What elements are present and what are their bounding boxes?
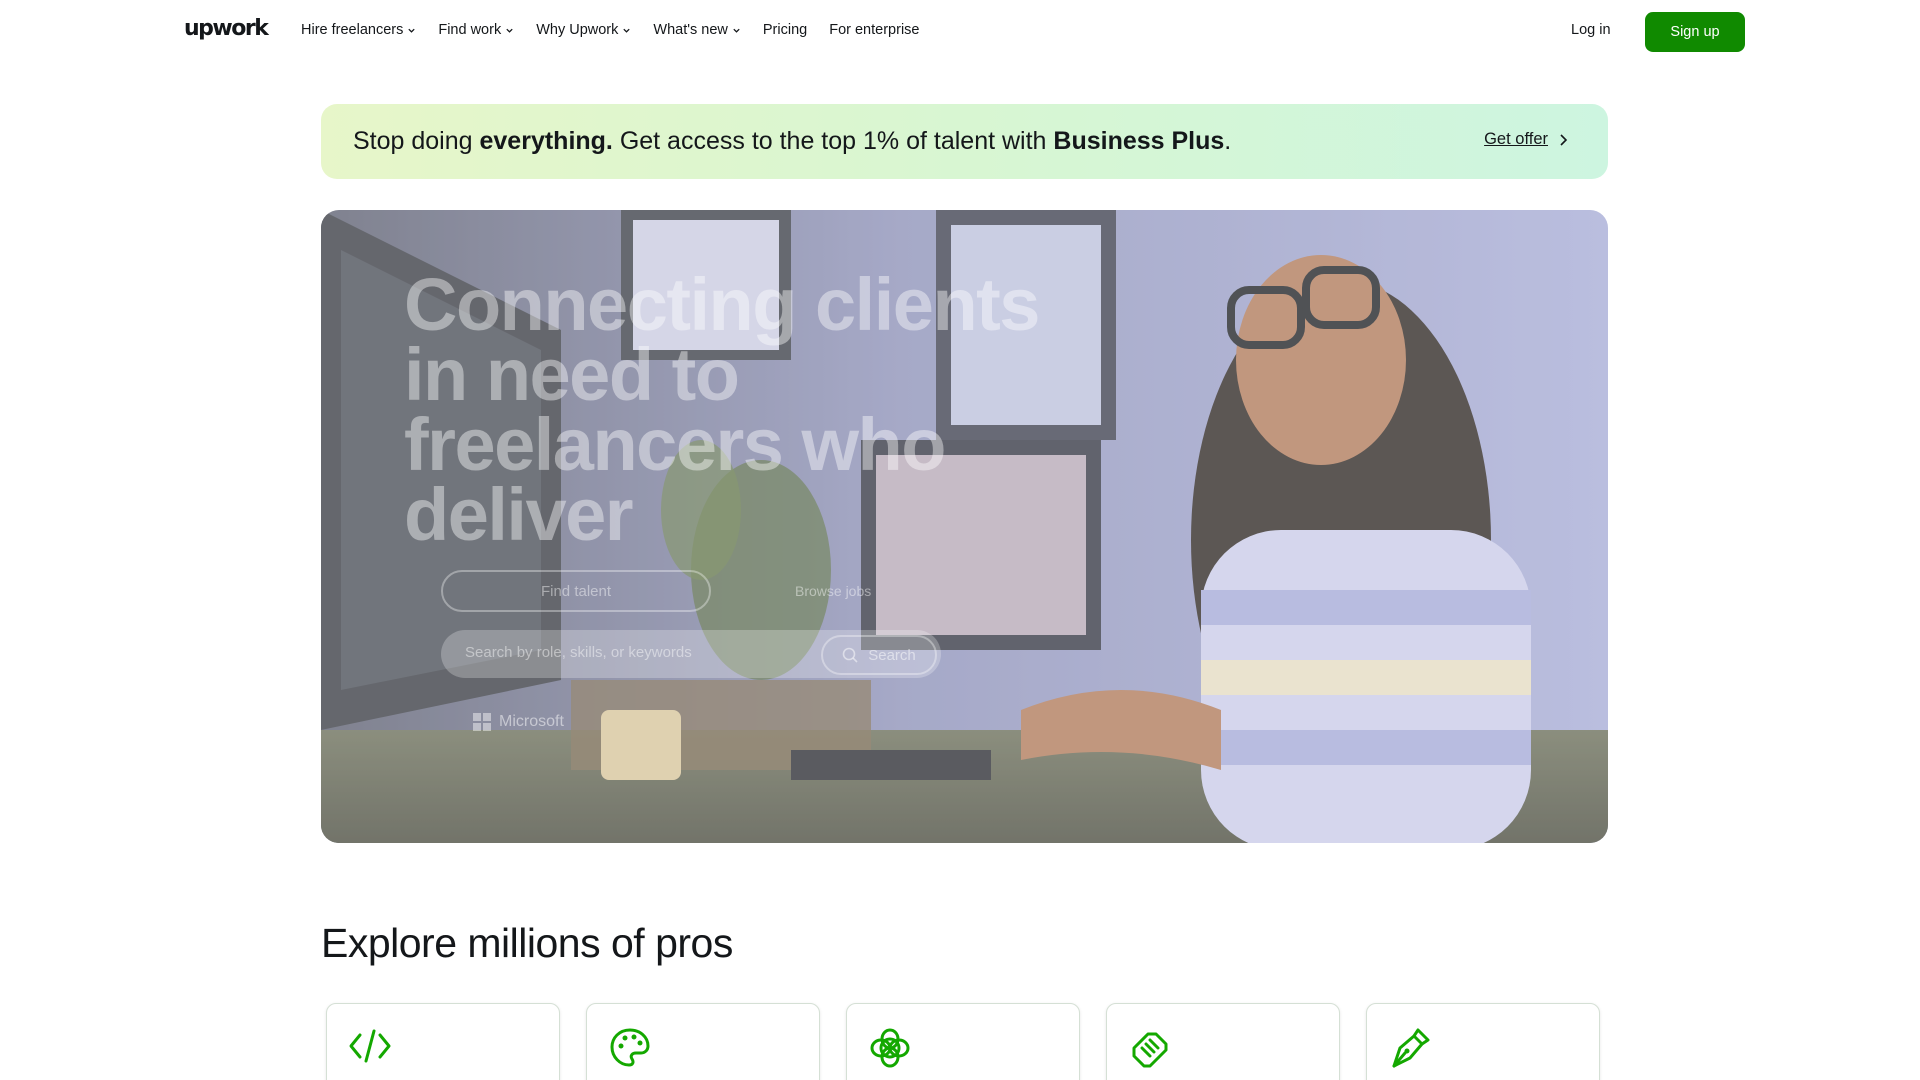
trusted-logo-label: Microsoft <box>499 713 564 730</box>
promo-text-part: . <box>1224 127 1232 155</box>
search-input[interactable] <box>465 644 765 661</box>
promo-text-bold: everything. <box>479 127 613 155</box>
get-offer-label: Get offer <box>1484 130 1548 148</box>
upwork-logo[interactable]: upwork <box>184 16 269 41</box>
search-button[interactable]: Search <box>821 635 937 675</box>
category-card-writing[interactable] <box>1366 1003 1600 1080</box>
trusted-by-logo: Microsoft <box>473 713 564 731</box>
code-icon <box>349 1029 391 1063</box>
hero-title: Connecting clients in need to freelancer… <box>404 263 1040 556</box>
nav-find-work[interactable]: Find work <box>438 22 514 38</box>
get-offer-link[interactable]: Get offer <box>1484 130 1568 149</box>
chevron-right-icon <box>1560 133 1568 146</box>
category-card-design[interactable] <box>586 1003 820 1080</box>
chevron-down-icon <box>506 28 513 33</box>
explore-heading: Explore millions of pros <box>321 920 733 966</box>
nav-label: For enterprise <box>829 22 920 38</box>
chevron-down-icon <box>408 28 415 33</box>
category-card-development[interactable] <box>326 1003 560 1080</box>
category-card-ai[interactable] <box>846 1003 1080 1080</box>
login-link[interactable]: Log in <box>1571 22 1611 38</box>
chevron-down-icon <box>623 28 631 33</box>
chevron-down-icon <box>733 28 740 33</box>
nav-label: Hire freelancers <box>301 22 404 38</box>
handshake-icon <box>1132 1032 1168 1068</box>
nav-label: Pricing <box>762 22 808 38</box>
promo-text: Stop doing everything. Get access to the… <box>353 127 1231 156</box>
nav-for-enterprise[interactable]: For enterprise <box>829 22 919 38</box>
promo-banner: Stop doing everything. Get access to the… <box>321 104 1608 179</box>
main-nav: Hire freelancers Find work Why Upwork Wh… <box>301 22 919 38</box>
top-navigation: upwork Hire freelancers Find work Why Up… <box>0 0 1920 64</box>
nav-label: What's new <box>653 22 728 38</box>
category-cards <box>326 1003 1600 1080</box>
hero-section: Connecting clients in need to freelancer… <box>321 210 1608 843</box>
nav-hire-freelancers[interactable]: Hire freelancers <box>301 22 416 38</box>
search-icon <box>842 647 858 663</box>
promo-text-part: Get access to the top 1% of talent with <box>612 127 1054 155</box>
nav-whats-new[interactable]: What's new <box>653 22 741 38</box>
pen-nib-icon <box>1392 1028 1430 1068</box>
nav-pricing[interactable]: Pricing <box>763 22 807 38</box>
promo-text-part: Stop doing <box>353 127 480 155</box>
nav-label: Why Upwork <box>536 22 619 38</box>
tab-browse-jobs[interactable]: Browse jobs <box>795 583 871 599</box>
tab-find-talent[interactable]: Find talent <box>441 570 711 612</box>
palette-icon <box>610 1028 650 1067</box>
signup-button[interactable]: Sign up <box>1645 12 1745 52</box>
promo-text-bold: Business Plus <box>1053 127 1225 155</box>
nav-label: Find work <box>438 22 502 38</box>
nav-why-upwork[interactable]: Why Upwork <box>536 22 631 38</box>
search-button-label: Search <box>868 646 916 664</box>
microsoft-logo-icon <box>473 713 491 731</box>
ai-flower-icon <box>870 1028 910 1068</box>
category-card-sales[interactable] <box>1106 1003 1340 1080</box>
